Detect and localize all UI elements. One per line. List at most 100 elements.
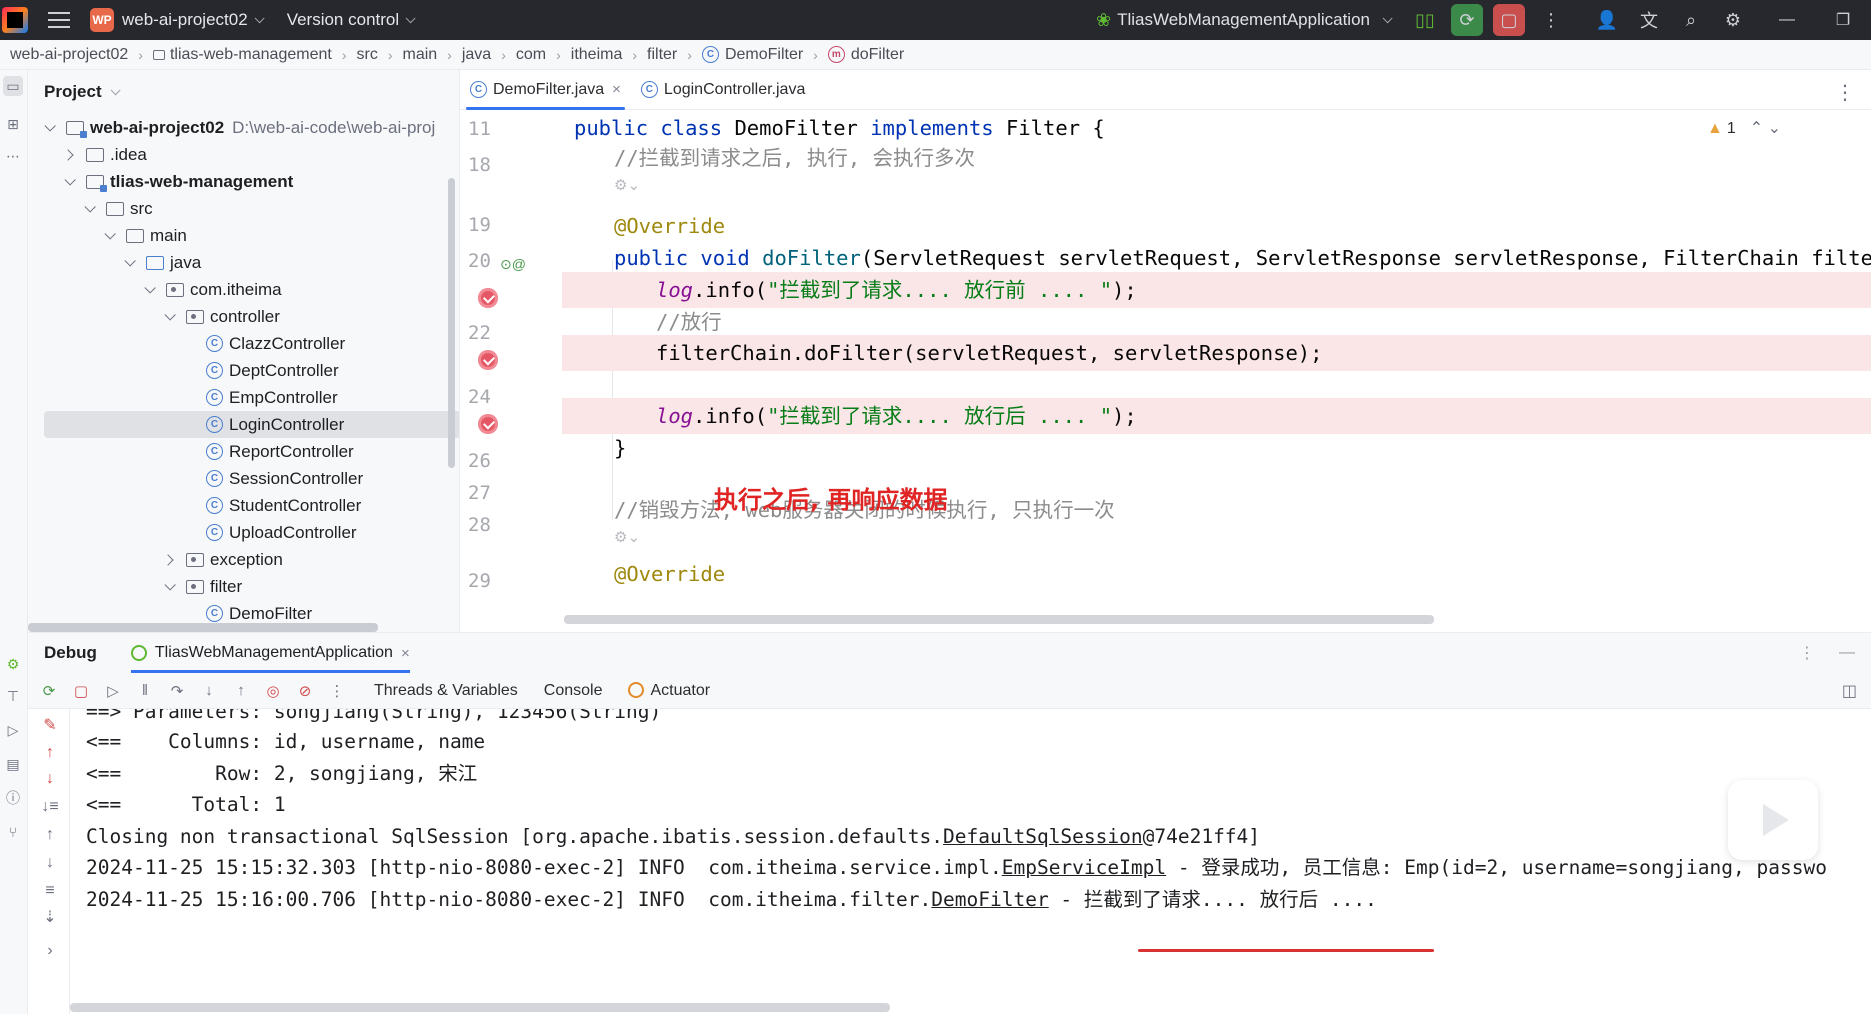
tree-item-exception[interactable]: exception — [28, 546, 448, 573]
override-marker-icon[interactable]: ⊙@ — [500, 256, 526, 273]
tree-item-package[interactable]: com.itheima — [28, 276, 448, 303]
breadcrumb-project[interactable]: web-ai-project02 — [10, 46, 128, 64]
breakpoint-icon[interactable] — [478, 350, 498, 370]
tree-item-project-root[interactable]: web-ai-project02 D:\web-ai-code\web-ai-pr… — [28, 114, 448, 141]
breakpoint-icon[interactable] — [478, 414, 498, 434]
tree-item-main[interactable]: main — [28, 222, 448, 249]
close-icon[interactable]: × — [401, 645, 410, 662]
terminal-tool-icon[interactable]: ▤ — [3, 754, 23, 774]
console-link[interactable]: EmpServiceImpl — [1002, 856, 1166, 879]
view-breakpoints-icon[interactable]: ◎ — [262, 680, 284, 702]
up-stack-frame-icon[interactable]: ↑ — [40, 743, 60, 763]
tree-item-class[interactable]: C ReportController — [28, 438, 448, 465]
more-actions-icon[interactable]: ⋮ — [1535, 4, 1567, 36]
more-tools-icon[interactable]: ⋯ — [3, 146, 23, 166]
mute-breakpoints-icon[interactable]: ⊘ — [294, 680, 316, 702]
breadcrumb-method[interactable]: doFilter — [851, 46, 904, 64]
tab-threads-variables[interactable]: Threads & Variables — [374, 682, 518, 700]
pause-program-icon[interactable]: ▯▯ — [1409, 4, 1441, 36]
breadcrumb-class[interactable]: DemoFilter — [725, 46, 803, 64]
tree-item-class[interactable]: C SessionController — [28, 465, 448, 492]
tree-item-module[interactable]: tlias-web-management — [28, 168, 448, 195]
tree-item-idea[interactable]: .idea — [28, 141, 448, 168]
add-user-icon[interactable]: 👤 — [1591, 4, 1623, 36]
editor-horizontal-scrollbar[interactable] — [564, 615, 1434, 624]
step-into-icon[interactable]: ↓ — [198, 680, 220, 702]
layout-settings-icon[interactable]: ◫ — [1842, 681, 1857, 701]
close-icon[interactable]: × — [612, 81, 621, 98]
tree-item-class[interactable]: C EmpController — [28, 384, 448, 411]
version-control-menu[interactable]: Version control — [287, 10, 399, 30]
breadcrumb-itheima[interactable]: itheima — [571, 46, 623, 64]
video-play-icon[interactable] — [1728, 780, 1818, 860]
sort-icon[interactable]: ↓≡ — [40, 797, 60, 817]
tree-item-src[interactable]: src — [28, 195, 448, 222]
scroll-to-end-icon[interactable]: ⇣ — [40, 907, 60, 927]
more-icon[interactable]: ⋮ — [326, 680, 348, 702]
expand-icon[interactable]: › — [40, 941, 60, 961]
tree-item-class[interactable]: C StudentController — [28, 492, 448, 519]
code-vision-hint-icon[interactable]: ⚙⌄ — [562, 520, 1871, 556]
breadcrumb-java[interactable]: java — [462, 46, 491, 64]
debug-options-icon[interactable]: ⋮ — [1799, 643, 1815, 663]
step-over-icon[interactable]: ↷ — [166, 680, 188, 702]
debug-tool-icon[interactable]: ⚙ — [3, 654, 23, 674]
main-menu-icon[interactable] — [48, 12, 70, 28]
services-tool-icon[interactable]: ▷ — [3, 720, 23, 740]
project-tool-icon[interactable]: ▭ — [3, 76, 23, 96]
stop-button[interactable]: ▢ — [1493, 4, 1525, 36]
tree-item-class[interactable]: C DeptController — [28, 357, 448, 384]
clear-console-icon[interactable]: ✎ — [40, 715, 60, 735]
debug-session-tab[interactable]: TliasWebManagementApplication × — [130, 633, 410, 673]
project-switcher[interactable]: web-ai-project02 — [122, 10, 248, 30]
restore-window-icon[interactable]: ❐ — [1815, 0, 1871, 40]
console-link[interactable]: DemoFilter — [931, 888, 1048, 911]
tab-logincontroller[interactable]: C LoginController.java — [631, 70, 815, 110]
search-icon[interactable]: ⌕ — [1675, 4, 1707, 36]
down-stack-frame-icon[interactable]: ↓ — [40, 769, 60, 789]
project-vertical-scrollbar[interactable] — [448, 178, 455, 468]
breadcrumb-com[interactable]: com — [516, 46, 546, 64]
project-horizontal-scrollbar[interactable] — [28, 623, 378, 632]
breakpoint-icon[interactable] — [478, 288, 498, 308]
git-tool-icon[interactable]: ⑂ — [3, 822, 23, 842]
minimize-window-icon[interactable]: — — [1759, 0, 1815, 40]
pause-icon[interactable]: ‖ — [134, 680, 156, 702]
breadcrumb-src[interactable]: src — [356, 46, 377, 64]
tab-demofilter[interactable]: C DemoFilter.java × — [460, 70, 631, 110]
breadcrumb-main[interactable]: main — [402, 46, 437, 64]
tree-item-filter[interactable]: filter — [28, 573, 448, 600]
tree-item-class-selected[interactable]: C LoginController — [44, 411, 459, 438]
settings-gear-icon[interactable]: ⚙ — [1717, 4, 1749, 36]
console-output[interactable]: ==> Parameters: songjiang(String), 12345… — [70, 709, 1871, 1014]
rerun-debug-button[interactable]: ⟳ — [1451, 4, 1483, 36]
breadcrumb-filter[interactable]: filter — [647, 46, 677, 64]
project-badge[interactable]: WP — [90, 8, 114, 32]
step-out-icon[interactable]: ↑ — [230, 680, 252, 702]
tree-item-controller[interactable]: controller — [28, 303, 448, 330]
soft-wrap-icon[interactable]: ≡ — [40, 881, 60, 901]
problems-tool-icon[interactable]: ⓘ — [3, 788, 23, 808]
resume-icon[interactable]: ▷ — [102, 680, 124, 702]
tab-options-icon[interactable]: ⋮ — [1835, 80, 1855, 105]
console-link[interactable]: DefaultSqlSession — [943, 825, 1143, 848]
run-configuration-selector[interactable]: ❀ TliasWebManagementApplication — [1096, 10, 1393, 31]
build-tool-icon[interactable]: ⊤ — [3, 686, 23, 706]
stop-icon[interactable]: ▢ — [70, 680, 92, 702]
tab-console[interactable]: Console — [544, 682, 603, 700]
structure-tool-icon[interactable]: ⊞ — [3, 114, 23, 134]
tree-item-class[interactable]: C ClazzController — [28, 330, 448, 357]
scroll-down-icon[interactable]: ↓ — [40, 853, 60, 873]
tab-actuator[interactable]: Actuator — [628, 682, 710, 700]
console-horizontal-scrollbar[interactable] — [70, 1003, 890, 1012]
project-panel-header[interactable]: Project — [28, 70, 459, 114]
tree-item-java[interactable]: java — [28, 249, 448, 276]
hide-panel-icon[interactable]: — — [1839, 644, 1855, 662]
rerun-icon[interactable]: ⟳ — [38, 680, 60, 702]
breadcrumb-module[interactable]: tlias-web-management — [170, 46, 332, 64]
scroll-up-icon[interactable]: ↑ — [40, 825, 60, 845]
tree-item-class[interactable]: C UploadController — [28, 519, 448, 546]
code-vision-hint-icon[interactable]: ⚙⌄ — [562, 168, 1871, 204]
translate-icon[interactable]: 文 — [1633, 4, 1665, 36]
code-area[interactable]: public class DemoFilter implements Filte… — [562, 110, 1871, 632]
